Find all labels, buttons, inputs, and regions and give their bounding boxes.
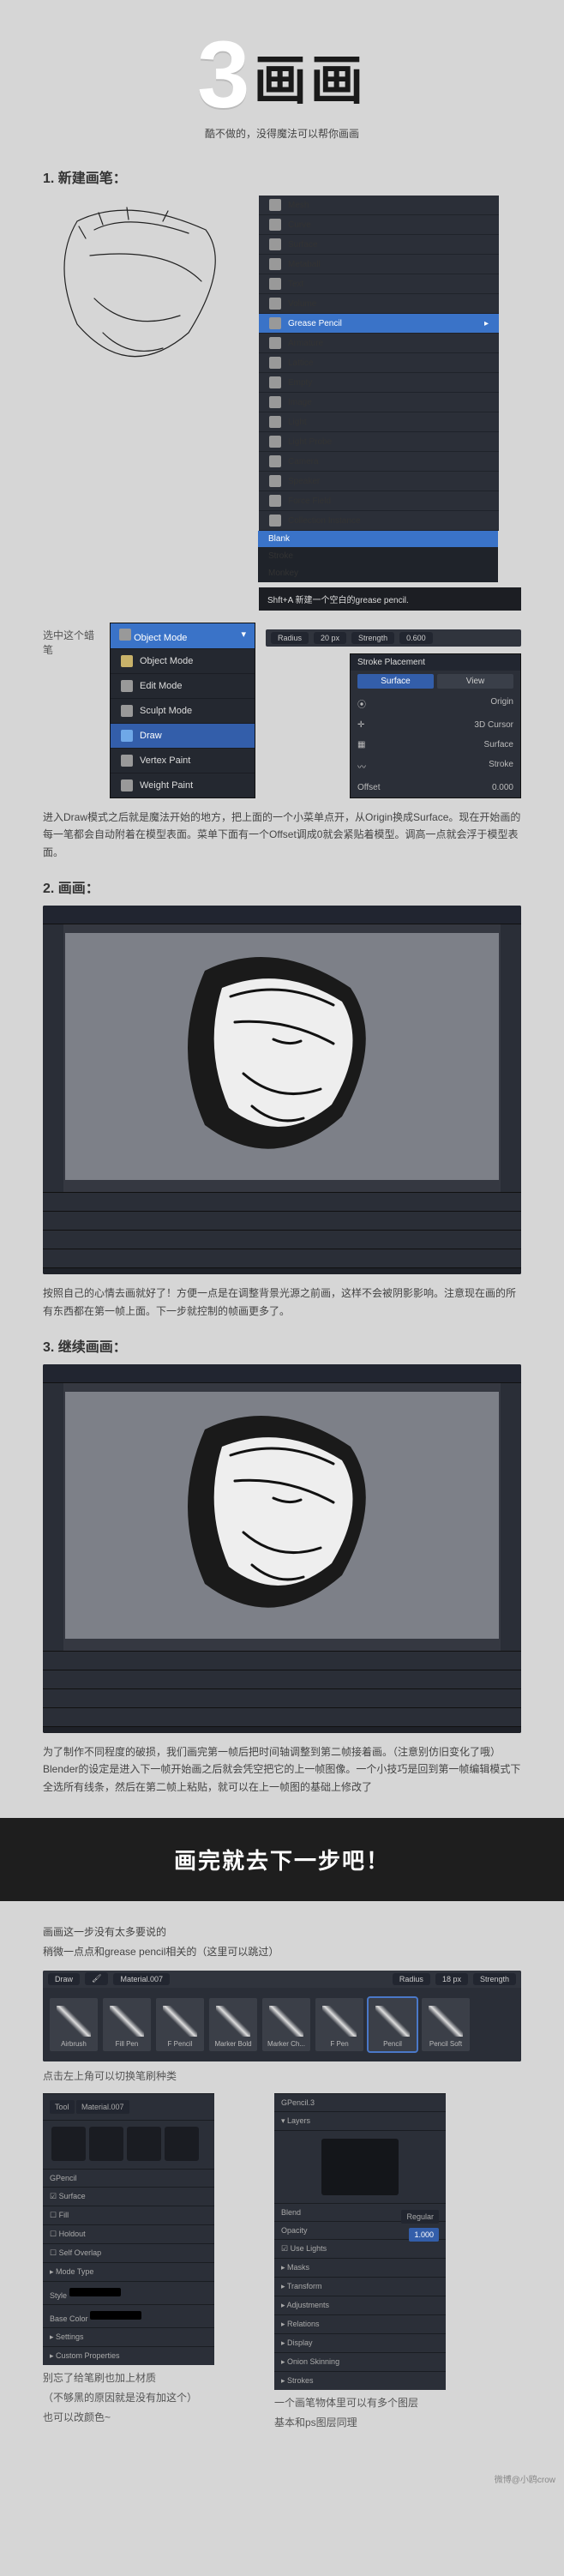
brush-preview[interactable]: Marker Bold xyxy=(209,1998,257,2051)
menu-item: Text xyxy=(259,274,499,294)
lineart-sketch-1 xyxy=(43,196,249,384)
menu-item: Surface xyxy=(259,235,499,255)
section-3-heading: 3. 继续画画： xyxy=(43,1335,521,1356)
footer-credit: 微博@小鸥crow xyxy=(0,2467,564,2490)
brush-bar-screenshot: Draw 🖌 Material.007 Radius 18 px Strengt… xyxy=(43,1971,521,2061)
hero-subtitle: 酷不做的，没得魔法可以帮你画画 xyxy=(43,126,521,141)
viewport-screenshot-1 xyxy=(43,906,521,1274)
hero-title: 画画 xyxy=(254,37,367,114)
cap-right-1: 一个画笔物体里可以有多个图层 xyxy=(274,2395,446,2410)
topbar-screenshot: Radius20 px Strength0.600 xyxy=(266,629,521,647)
brush-preview-selected[interactable]: Pencil xyxy=(369,1998,417,2051)
brush-preview[interactable]: Pencil Soft xyxy=(422,1998,470,2051)
brush-preview[interactable]: Fill Pen xyxy=(103,1998,151,2051)
hero: 3 画画 xyxy=(43,33,521,117)
mode-dropdown[interactable]: Object Mode ▾ Object Mode Edit Mode Scul… xyxy=(110,623,255,798)
section-1-heading: 1. 新建画笔： xyxy=(43,166,521,187)
opt-surface[interactable]: Surface xyxy=(357,674,434,689)
section-3-para: 为了制作不同程度的破损，我们画完第一帧后把时间轴调整到第二帧接着画。（注意别仿旧… xyxy=(43,1743,521,1796)
brush-preview[interactable]: F Pencil xyxy=(156,1998,204,2051)
opt-view[interactable]: View xyxy=(437,674,513,689)
cap-left-1: 别忘了给笔刷也加上材质 xyxy=(43,2370,214,2385)
brush-preview[interactable]: F Pen xyxy=(315,1998,363,2051)
menu-item: Curve xyxy=(259,215,499,235)
menu-item: Metaball xyxy=(259,255,499,274)
opt-3dcursor: ✛3D Cursor xyxy=(351,715,520,735)
material-panel: Tool Material.007 GPencil ☑ Surface ☐ Fi… xyxy=(43,2093,214,2365)
cap-right-2: 基本和ps图层同理 xyxy=(274,2415,446,2429)
extra-intro-1: 画画这一步没有太多要说的 xyxy=(43,1923,521,1941)
brush-caption: 点击左上角可以切换笔刷种类 xyxy=(43,2068,521,2083)
section-2-heading: 2. 画画： xyxy=(43,876,521,897)
divider-banner: 画完就去下一步吧！ xyxy=(0,1818,564,1901)
menu-item-selected[interactable]: Grease Pencil▸ xyxy=(259,314,499,334)
opt-origin: ⦿Origin xyxy=(351,692,520,715)
stroke-placement-panel: Stroke Placement Surface View ⦿Origin ✛3… xyxy=(350,653,521,798)
brush-preview[interactable]: Airbrush xyxy=(50,1998,98,2051)
add-menu-screenshot: Mesh Curve Surface Metaball Text Volume … xyxy=(259,196,521,611)
extra-intro-2: 稍微一点点和grease pencil相关的（这里可以跳过） xyxy=(43,1943,521,1960)
cap-left-2: （不够黑的原因就是没有加这个） xyxy=(43,2390,214,2404)
opt-stroke: 〰Stroke xyxy=(351,755,520,778)
section-1-para: 进入Draw模式之后就是魔法开始的地方，把上面的一个小菜单点开，从Origin换… xyxy=(43,809,521,861)
menu-item: Volume xyxy=(259,294,499,314)
hero-number: 3 xyxy=(197,33,249,117)
section-2-para: 按照自己的心情去画就好了！方便一点是在调整背景光源之前画，这样不会被阴影影响。注… xyxy=(43,1285,521,1320)
menu-item: Mesh xyxy=(259,196,499,215)
brush-preview[interactable]: Marker Ch... xyxy=(262,1998,310,2051)
pick-label: 选中这个蜡笔 xyxy=(43,628,99,657)
viewport-screenshot-2 xyxy=(43,1364,521,1733)
opt-surface2: ▦Surface xyxy=(351,735,520,755)
layers-panel: GPencil.3 ▾ Layers Blend Regular Opacity… xyxy=(274,2093,446,2390)
cap-left-3: 也可以改颜色~ xyxy=(43,2410,214,2424)
mode-draw-selected: Draw xyxy=(111,723,255,748)
hint-text: Shft+A 新建一个空白的grease pencil. xyxy=(259,587,521,611)
submenu-item-selected[interactable]: Blank xyxy=(258,531,498,548)
